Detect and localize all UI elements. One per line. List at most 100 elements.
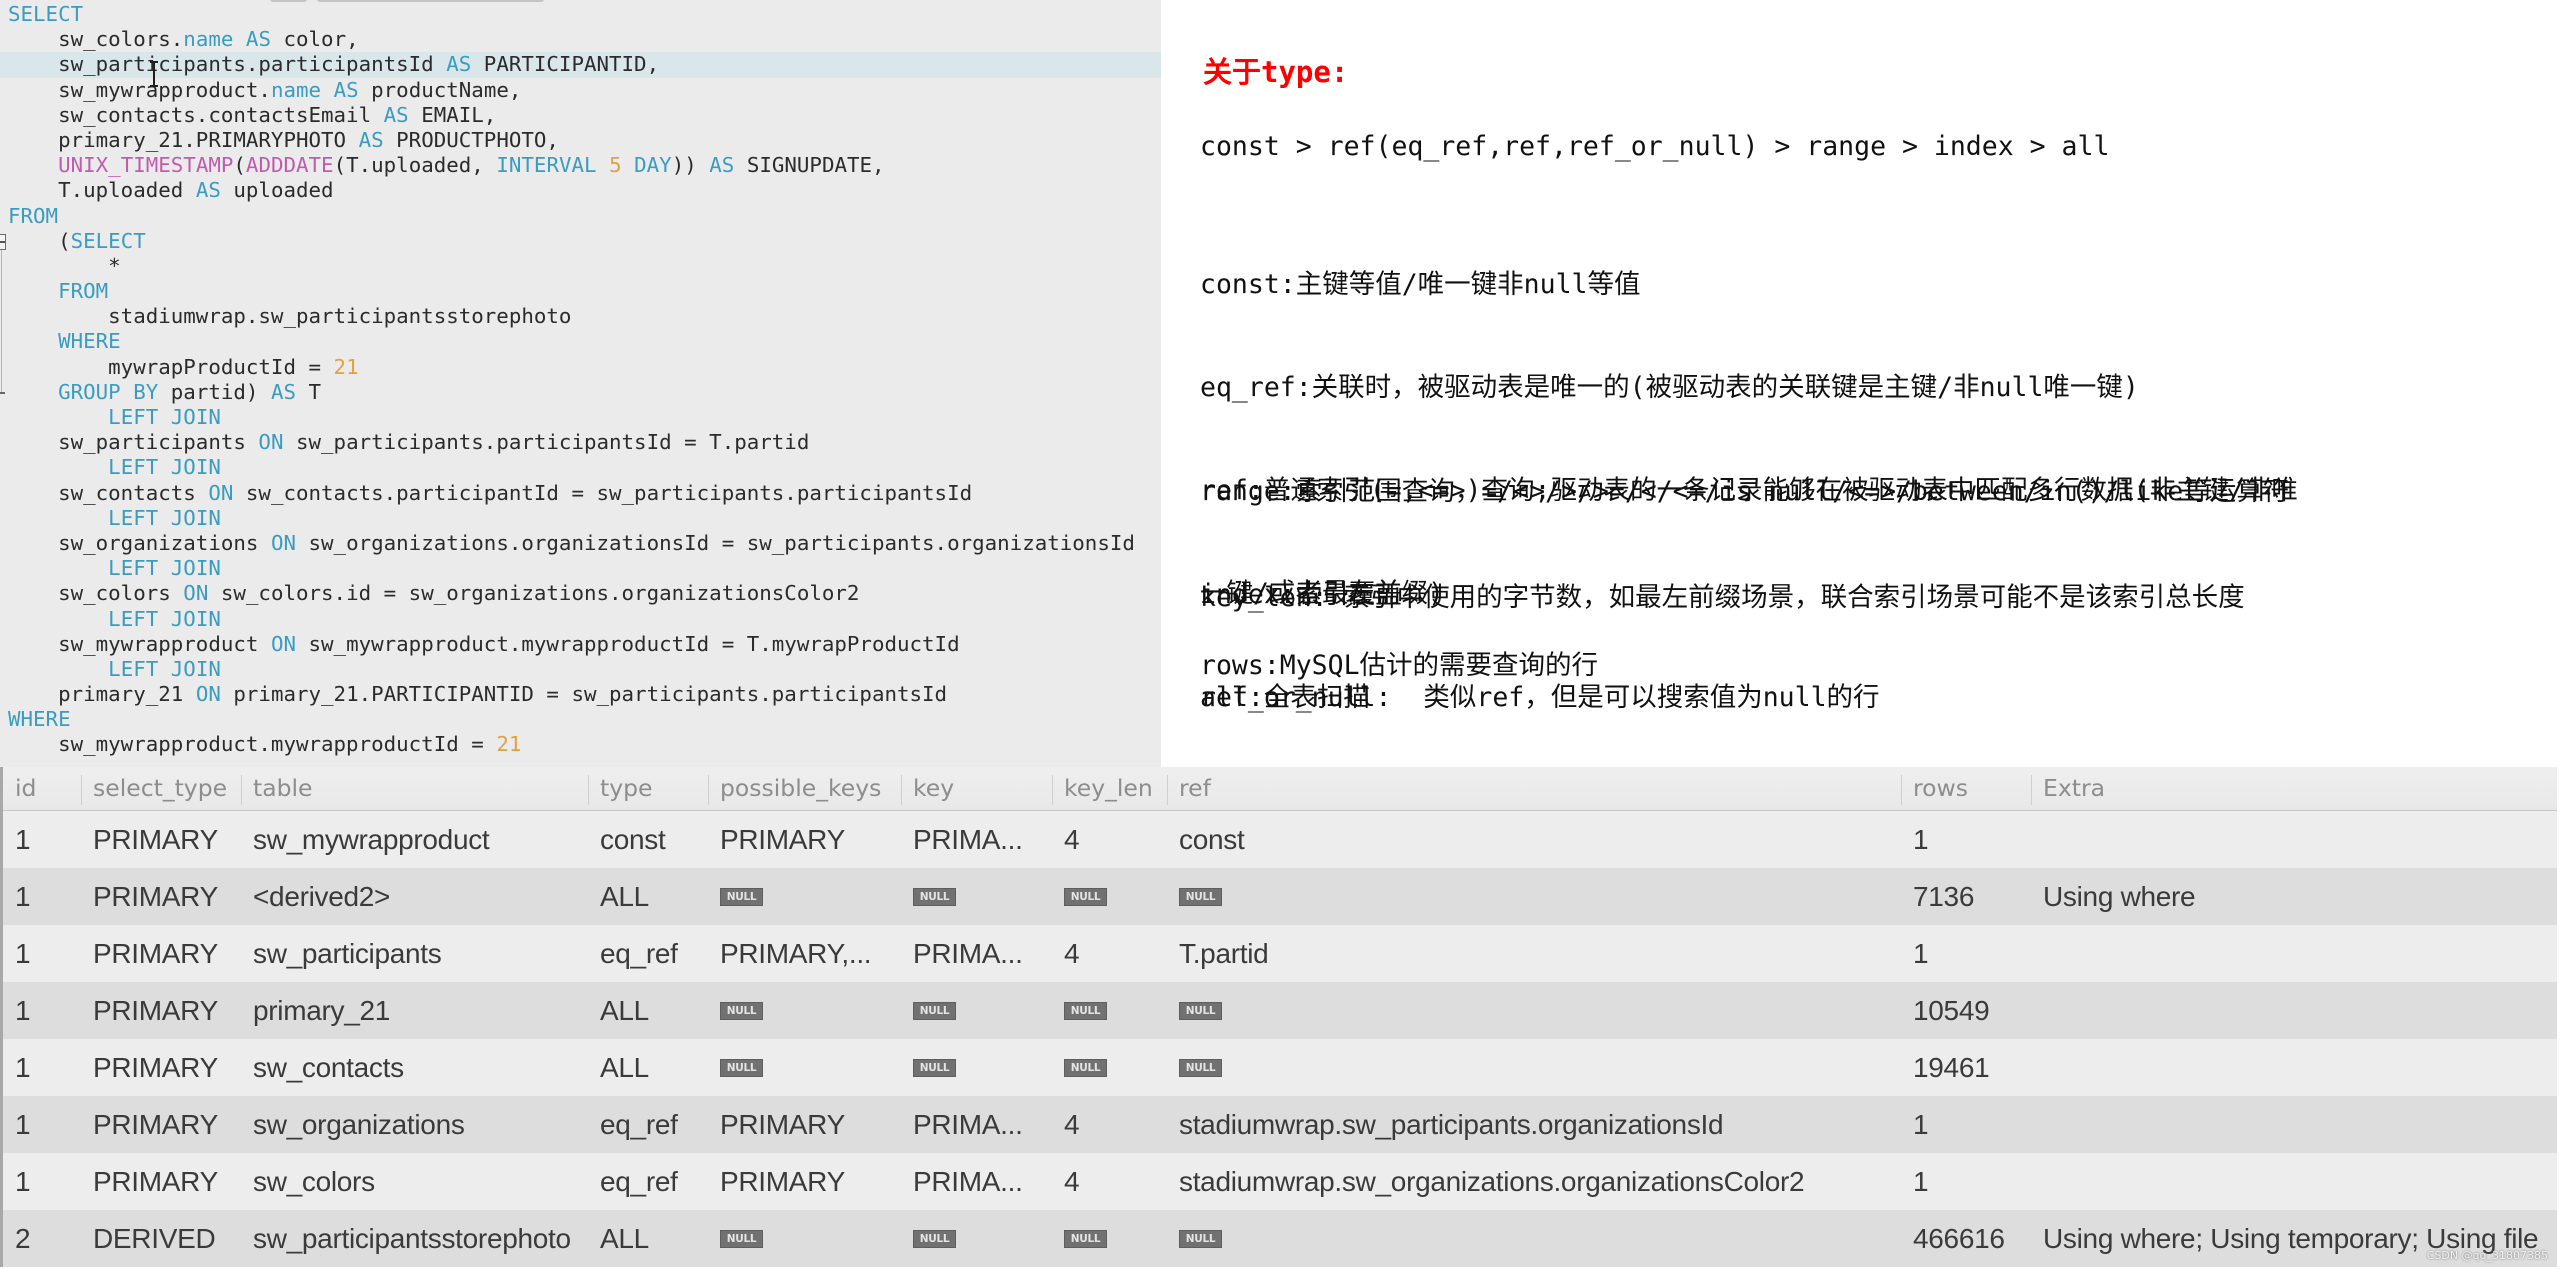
cell-extra[interactable] [2031, 1039, 2557, 1096]
cell-id[interactable]: 1 [0, 925, 81, 982]
code-line[interactable]: mywrapProductId = 21 [0, 355, 1161, 380]
sql-code[interactable]: SELECT sw_colors.name AS color, sw_parti… [0, 2, 1161, 758]
cell-possible-keys[interactable]: NULL [708, 982, 901, 1039]
cell-key-len[interactable]: NULL [1052, 1210, 1167, 1267]
cell-id[interactable]: 1 [0, 811, 81, 868]
cell-table[interactable]: sw_participants [241, 925, 588, 982]
cell-select-type[interactable]: PRIMARY [81, 1039, 241, 1096]
cell-possible-keys[interactable]: NULL [708, 868, 901, 925]
cell-extra[interactable]: Using where [2031, 868, 2557, 925]
cell-ref[interactable]: stadiumwrap.sw_participants.organization… [1167, 1096, 1901, 1153]
cell-key[interactable]: NULL [901, 868, 1052, 925]
cell-ref[interactable]: NULL [1167, 868, 1901, 925]
code-line[interactable]: FROM [0, 204, 1161, 229]
fold-collapse-icon[interactable] [0, 234, 6, 250]
result-row[interactable]: 1 PRIMARY sw_organizations eq_ref PRIMARY PRI… [0, 1096, 2557, 1153]
code-line[interactable]: stadiumwrap.sw_participantsstorephoto [0, 304, 1161, 329]
result-row[interactable]: 1 PRIMARY primary_21 ALL NULL NULL NULL NULL 105… [0, 982, 2557, 1039]
code-line[interactable]: sw_colors.name AS color, [0, 27, 1161, 52]
column-header-possible-keys[interactable]: possible_keys [708, 767, 901, 810]
code-line[interactable]: WHERE [0, 329, 1161, 354]
cell-rows[interactable]: 1 [1901, 925, 2031, 982]
cell-rows[interactable]: 10549 [1901, 982, 2031, 1039]
code-line[interactable]: sw_mywrapproduct.mywrapproductId = 21 [0, 732, 1161, 757]
toolbar-field[interactable] [317, 0, 544, 2]
code-line[interactable]: LEFT JOIN [0, 455, 1161, 480]
cell-ref[interactable]: T.partid [1167, 925, 1901, 982]
code-line[interactable]: (SELECT [0, 229, 1161, 254]
code-line[interactable]: LEFT JOIN [0, 556, 1161, 581]
code-line[interactable]: GROUP BY partid) AS T [0, 380, 1161, 405]
code-line[interactable]: primary_21.PRIMARYPHOTO AS PRODUCTPHOTO, [0, 128, 1161, 153]
cell-table[interactable]: sw_contacts [241, 1039, 588, 1096]
result-row[interactable]: 1 PRIMARY sw_participants eq_ref PRIMARY,...… [0, 925, 2557, 982]
cell-key-len[interactable]: 4 [1052, 925, 1167, 982]
cell-id[interactable]: 1 [0, 982, 81, 1039]
cell-id[interactable]: 1 [0, 868, 81, 925]
cell-key-len[interactable]: NULL [1052, 982, 1167, 1039]
cell-ref[interactable]: const [1167, 811, 1901, 868]
cell-select-type[interactable]: DERIVED [81, 1210, 241, 1267]
cell-select-type[interactable]: PRIMARY [81, 811, 241, 868]
column-header-select-type[interactable]: select_type [81, 767, 241, 810]
cell-type[interactable]: ALL [588, 868, 708, 925]
cell-id[interactable]: 2 [0, 1210, 81, 1267]
cell-select-type[interactable]: PRIMARY [81, 982, 241, 1039]
cell-type[interactable]: ALL [588, 1210, 708, 1267]
cell-type[interactable]: eq_ref [588, 1096, 708, 1153]
column-header-id[interactable]: id [0, 767, 81, 810]
cell-ref[interactable]: NULL [1167, 982, 1901, 1039]
cell-possible-keys[interactable]: PRIMARY [708, 811, 901, 868]
cell-select-type[interactable]: PRIMARY [81, 1096, 241, 1153]
cell-select-type[interactable]: PRIMARY [81, 925, 241, 982]
cell-table[interactable]: sw_colors [241, 1153, 588, 1210]
result-row[interactable]: 1 PRIMARY <derived2> ALL NULL NULL NULL NULL 713… [0, 868, 2557, 925]
cell-ref[interactable]: NULL [1167, 1039, 1901, 1096]
cell-key[interactable]: PRIMA... [901, 1096, 1052, 1153]
cell-rows[interactable]: 19461 [1901, 1039, 2031, 1096]
cell-table[interactable]: <derived2> [241, 868, 588, 925]
cell-table[interactable]: primary_21 [241, 982, 588, 1039]
code-line[interactable]: sw_contacts.contactsEmail AS EMAIL, [0, 103, 1161, 128]
cell-rows[interactable]: 466616 [1901, 1210, 2031, 1267]
code-line[interactable]: sw_colors ON sw_colors.id = sw_organizat… [0, 581, 1161, 606]
cell-rows[interactable]: 1 [1901, 811, 2031, 868]
cell-table[interactable]: sw_mywrapproduct [241, 811, 588, 868]
code-line-current[interactable]: sw_participants.participantsId AS PARTIC… [0, 52, 1161, 78]
cell-id[interactable]: 1 [0, 1039, 81, 1096]
result-row[interactable]: 1 PRIMARY sw_contacts ALL NULL NULL NULL NULL 19… [0, 1039, 2557, 1096]
column-header-type[interactable]: type [588, 767, 708, 810]
code-line[interactable]: LEFT JOIN [0, 405, 1161, 430]
code-line[interactable]: FROM [0, 279, 1161, 304]
cell-id[interactable]: 1 [0, 1096, 81, 1153]
cell-key[interactable]: PRIMA... [901, 811, 1052, 868]
cell-possible-keys[interactable]: PRIMARY [708, 1096, 901, 1153]
code-line[interactable]: UNIX_TIMESTAMP(ADDDATE(T.uploaded, INTER… [0, 153, 1161, 178]
code-line[interactable]: T.uploaded AS uploaded [0, 178, 1161, 203]
explain-result-grid[interactable]: id select_type table type possible_keys … [0, 767, 2557, 1267]
cell-key[interactable]: NULL [901, 1210, 1052, 1267]
cell-key-len[interactable]: 4 [1052, 811, 1167, 868]
cell-table[interactable]: sw_organizations [241, 1096, 588, 1153]
cell-possible-keys[interactable]: NULL [708, 1210, 901, 1267]
column-header-key-len[interactable]: key_len [1052, 767, 1167, 810]
cell-ref[interactable]: stadiumwrap.sw_organizations.organizatio… [1167, 1153, 1901, 1210]
cell-key[interactable]: NULL [901, 982, 1052, 1039]
cell-ref[interactable]: NULL [1167, 1210, 1901, 1267]
sql-editor[interactable]: SELECT sw_colors.name AS color, sw_parti… [0, 0, 1161, 767]
code-line[interactable]: primary_21 ON primary_21.PARTICIPANTID =… [0, 682, 1161, 707]
column-header-ref[interactable]: ref [1167, 767, 1901, 810]
cell-key[interactable]: PRIMA... [901, 1153, 1052, 1210]
result-row[interactable]: 1 PRIMARY sw_mywrapproduct const PRIMARY PRIM… [0, 811, 2557, 868]
cell-table[interactable]: sw_participantsstorephoto [241, 1210, 588, 1267]
cell-type[interactable]: ALL [588, 982, 708, 1039]
code-line[interactable]: LEFT JOIN [0, 506, 1161, 531]
column-header-key[interactable]: key [901, 767, 1052, 810]
code-line[interactable]: sw_participants ON sw_participants.parti… [0, 430, 1161, 455]
cell-possible-keys[interactable]: PRIMARY,... [708, 925, 901, 982]
cell-rows[interactable]: 1 [1901, 1096, 2031, 1153]
cell-type[interactable]: eq_ref [588, 925, 708, 982]
code-line[interactable]: sw_mywrapproduct ON sw_mywrapproduct.myw… [0, 632, 1161, 657]
cell-extra[interactable] [2031, 1096, 2557, 1153]
code-line[interactable]: WHERE [0, 707, 1161, 732]
